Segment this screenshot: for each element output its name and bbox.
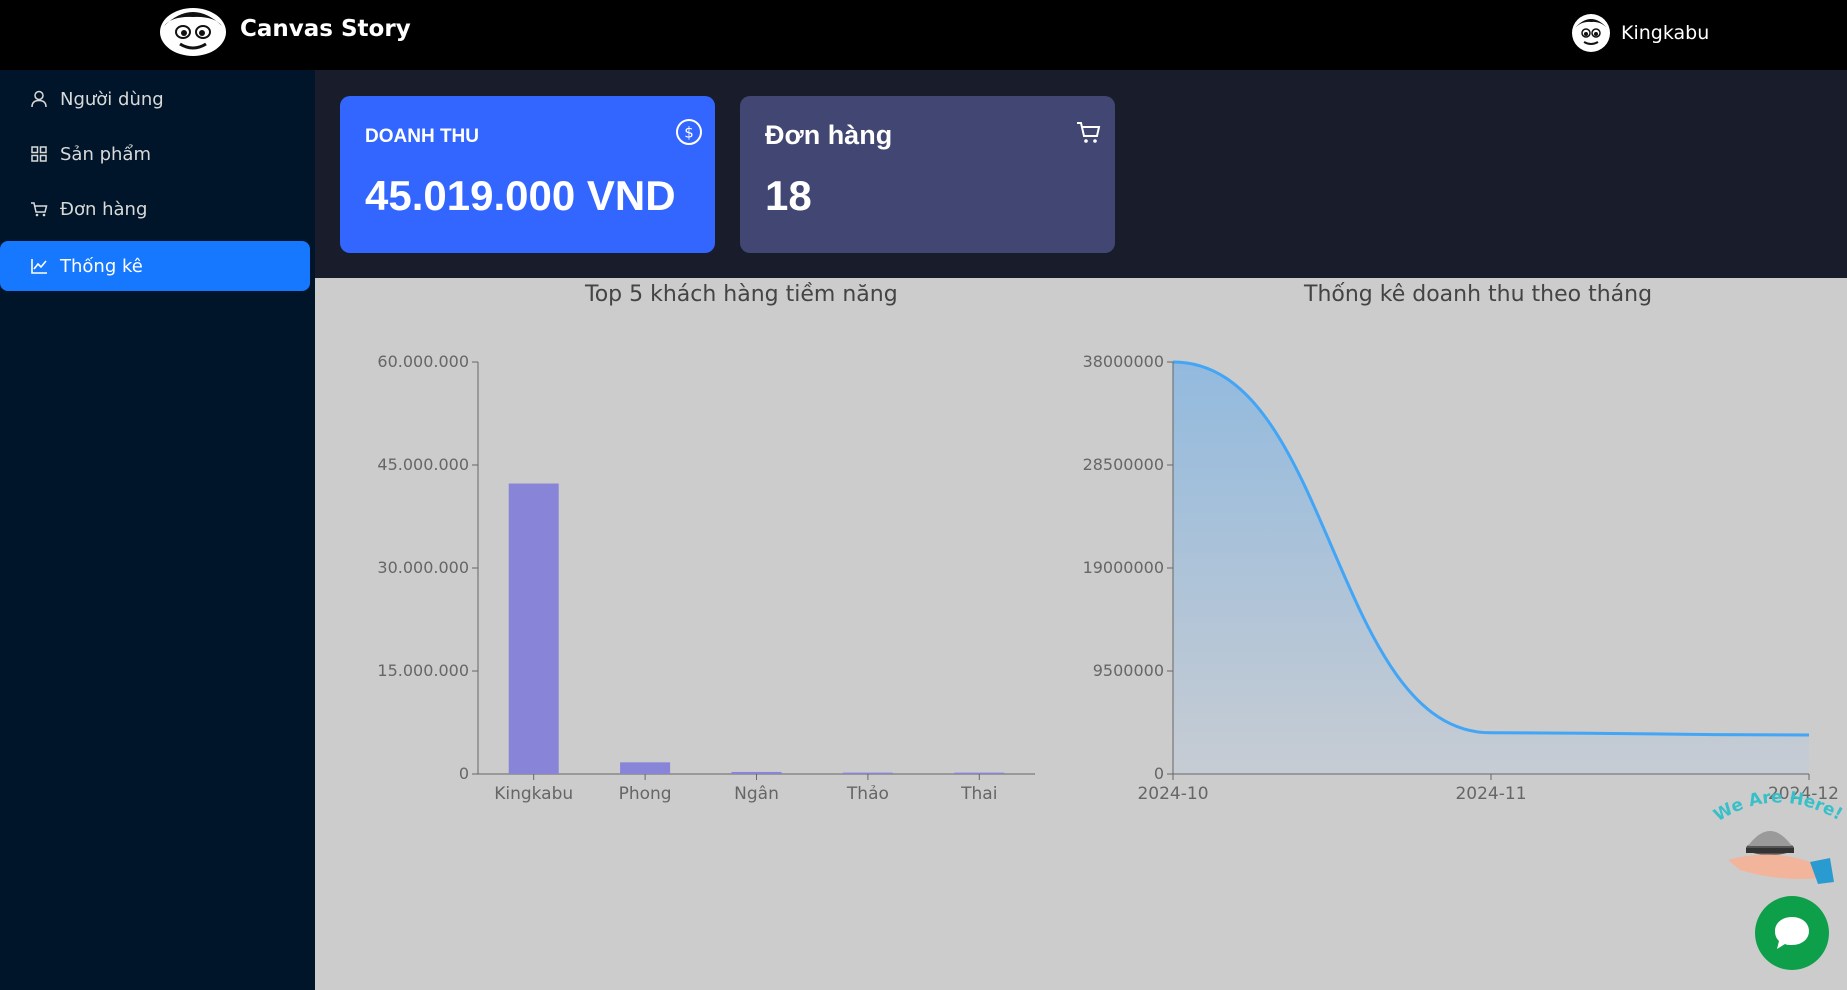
sidebar: Người dùng Sản phẩm Đơn hàng Thống kê	[0, 70, 315, 990]
svg-text:We Are Here!: We Are Here!	[1710, 790, 1845, 826]
x-tick-label: Kingkabu	[494, 784, 573, 804]
revenue-label: DOANH THU	[365, 126, 479, 147]
bar	[731, 771, 782, 774]
y-tick-label: 15.000.000	[377, 661, 469, 680]
y-tick-label: 38000000	[1083, 352, 1164, 371]
bar	[954, 772, 1005, 774]
logo-icon[interactable]	[158, 6, 228, 58]
user-icon	[31, 90, 47, 108]
brand-name[interactable]: Canvas Story	[240, 16, 411, 42]
revenue-value: 45.019.000 VND	[365, 172, 676, 219]
sidebar-item-label: Đơn hàng	[60, 198, 148, 220]
sidebar-item-label: Sản phẩm	[60, 143, 151, 165]
we-are-here-widget[interactable]: We Are Here!	[1710, 790, 1845, 900]
bar-chart-title: Top 5 khách hàng tiềm năng	[585, 282, 898, 307]
line-chart-icon	[31, 259, 47, 274]
area-chart-title: Thống kê doanh thu theo tháng	[1304, 282, 1653, 307]
x-tick-label: 2024-11	[1455, 784, 1526, 804]
top-bar: Canvas Story Kingkabu	[0, 0, 1847, 70]
user-name: Kingkabu	[1621, 22, 1710, 44]
svg-text:$: $	[684, 124, 694, 142]
sidebar-item-users[interactable]: Người dùng	[0, 74, 310, 124]
y-tick-label: 0	[459, 764, 469, 783]
sidebar-item-orders[interactable]: Đơn hàng	[0, 184, 310, 234]
cart-icon	[1077, 122, 1101, 143]
chat-bubble-icon	[1775, 917, 1809, 949]
orders-card: Đơn hàng 18	[740, 96, 1115, 253]
sidebar-item-statistics[interactable]: Thống kê	[0, 241, 310, 291]
bar-chart: 0 15.000.000 30.000.000 45.000.000 60.000.00…	[377, 352, 1035, 804]
y-tick-label: 45.000.000	[377, 455, 469, 474]
x-tick-label: Thai	[960, 784, 997, 804]
area-chart: 0 9500000 19000000 28500000 38000000 2024-10 2…	[1083, 352, 1839, 804]
x-tick-label: Ngân	[734, 784, 779, 804]
y-tick-label: 0	[1154, 764, 1164, 783]
y-tick-label: 9500000	[1093, 661, 1164, 680]
user-menu[interactable]: Kingkabu	[1571, 13, 1709, 53]
x-tick-label: Phong	[619, 784, 672, 804]
y-tick-label: 19000000	[1083, 558, 1164, 577]
sidebar-item-label: Người dùng	[60, 88, 164, 110]
bar	[620, 762, 671, 774]
y-tick-label: 60.000.000	[377, 352, 469, 371]
x-tick-label: 2024-10	[1137, 784, 1208, 804]
avatar[interactable]	[1571, 13, 1611, 53]
chat-button[interactable]	[1755, 896, 1829, 970]
dollar-circle-icon: $	[676, 119, 702, 145]
bar	[842, 772, 893, 774]
widget-text: We Are Here!	[1710, 790, 1845, 826]
revenue-card: DOANH THU 45.019.000 VND $	[340, 96, 715, 253]
grid-icon	[31, 146, 47, 162]
orders-label: Đơn hàng	[765, 120, 893, 150]
y-tick-label: 28500000	[1083, 455, 1164, 474]
bar	[508, 483, 559, 774]
sidebar-item-label: Thống kê	[60, 255, 143, 277]
cart-icon	[31, 202, 48, 217]
orders-value: 18	[765, 172, 812, 219]
y-tick-label: 30.000.000	[377, 558, 469, 577]
sidebar-item-products[interactable]: Sản phẩm	[0, 129, 310, 179]
x-tick-label: Thảo	[846, 784, 889, 804]
